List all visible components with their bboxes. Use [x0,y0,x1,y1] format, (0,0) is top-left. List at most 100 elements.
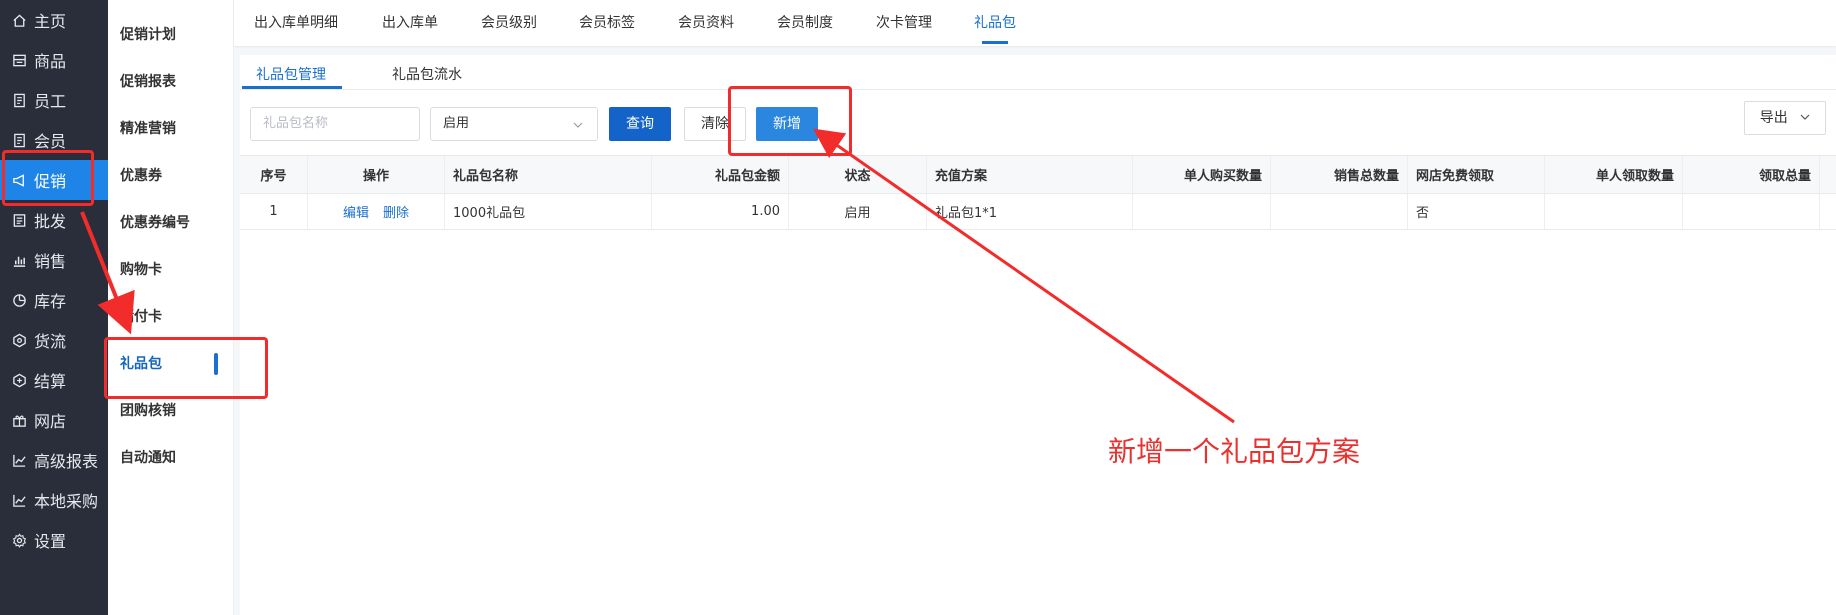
active-tab-underline [982,41,1008,44]
annotation-text: 新增一个礼品包方案 [1108,435,1361,468]
nav-item-sales[interactable]: 销售 [0,240,108,280]
app-root: 主页 商品 员工 会员 促销 批发 销售 库存 货流 结算 网店 高级报表 本地… [0,0,1836,615]
status-select-value: 启用 [443,116,470,131]
nav-item-wholesale[interactable]: 批发 [0,200,108,240]
nav-label: 本地采购 [34,492,99,511]
cell-name: 1000礼品包 [445,194,652,229]
tab-member-level[interactable]: 会员级别 [481,0,537,46]
cell-total-sold [1271,194,1408,229]
table-header: 序号 操作 礼品包名称 礼品包金额 状态 充值方案 单人购买数量 销售总数量 网… [240,156,1836,194]
col-amount: 礼品包金额 [652,156,789,193]
table-row: 1 编辑 删除 1000礼品包 1.00 启用 礼品包1*1 否 [240,194,1836,230]
main-content: 出入库单明细 出入库单 会员级别 会员标签 会员资料 会员制度 次卡管理 礼品包… [234,0,1836,615]
line-chart-icon [12,453,27,468]
list-icon [12,213,27,228]
tab-member-policy[interactable]: 会员制度 [777,0,833,46]
cell-index: 1 [240,194,308,229]
submenu-item[interactable]: 优惠券编号 [120,208,230,238]
col-index: 序号 [240,156,308,193]
col-total-receive: 领取总量 [1683,156,1820,193]
goods-icon [12,53,27,68]
col-name: 礼品包名称 [445,156,652,193]
home-icon [12,13,27,28]
col-per-person-buy: 单人购买数量 [1133,156,1271,193]
nav-item-advanced-report[interactable]: 高级报表 [0,440,108,480]
nav-item-home[interactable]: 主页 [0,0,108,40]
main-nav: 主页 商品 员工 会员 促销 批发 销售 库存 货流 结算 网店 高级报表 本地… [0,0,108,615]
delete-link[interactable]: 删除 [383,202,409,221]
chevron-down-icon [573,122,583,128]
cell-actions: 编辑 删除 [308,194,445,229]
annotation-box-promotion [2,150,94,206]
gift-icon [12,413,27,428]
top-tabs: 出入库单明细 出入库单 会员级别 会员标签 会员资料 会员制度 次卡管理 礼品包 [234,0,1836,46]
nav-label: 高级报表 [34,452,99,471]
settle-icon [12,373,27,388]
cell-per-person-buy [1133,194,1271,229]
tab-stock-detail[interactable]: 出入库单明细 [254,0,338,46]
col-per-person-receive: 单人领取数量 [1545,156,1683,193]
nav-item-shop[interactable]: 网店 [0,400,108,440]
submenu-item[interactable]: 优惠券 [120,161,230,191]
col-plan: 充值方案 [927,156,1133,193]
nav-item-goods[interactable]: 商品 [0,40,108,80]
nav-label: 设置 [34,532,67,551]
col-actions: 操作 [308,156,445,193]
submenu-item[interactable]: 团购核销 [120,396,230,426]
gift-pack-panel: 礼品包管理 礼品包流水 礼品包名称 启用 查询 清除 新增 导出 序号 操作 礼… [240,55,1836,615]
nav-label: 库存 [34,292,67,311]
export-button[interactable]: 导出 [1744,101,1826,135]
divider [240,89,1836,90]
nav-item-local-purchase[interactable]: 本地采购 [0,480,108,520]
edit-link[interactable]: 编辑 [343,202,369,221]
annotation-box-gift-pack [104,337,268,399]
nav-label: 批发 [34,212,67,231]
gear-icon [12,532,27,548]
nav-label: 货流 [34,332,67,351]
nav-label: 会员 [34,132,67,151]
gift-pack-table: 序号 操作 礼品包名称 礼品包金额 状态 充值方案 单人购买数量 销售总数量 网… [240,155,1836,230]
submenu-item[interactable]: 自动通知 [120,443,230,473]
col-free-online: 网店免费领取 [1408,156,1545,193]
nav-item-staff[interactable]: 员工 [0,80,108,120]
query-button[interactable]: 查询 [609,107,671,141]
cell-amount: 1.00 [652,194,789,229]
tab-member-tag[interactable]: 会员标签 [579,0,635,46]
nav-label: 网店 [34,412,67,431]
nav-label: 结算 [34,372,67,391]
col-status: 状态 [789,156,927,193]
nav-item-settings[interactable]: 设置 [0,520,108,560]
tab-member-profile[interactable]: 会员资料 [678,0,734,46]
col-total-sold: 销售总数量 [1271,156,1408,193]
submenu-item[interactable]: 购物卡 [120,255,230,285]
cell-status: 启用 [789,194,927,229]
status-select[interactable]: 启用 [430,107,598,141]
cell-plan: 礼品包1*1 [927,194,1133,229]
nav-label: 商品 [34,52,67,71]
tab-count-card[interactable]: 次卡管理 [876,0,932,46]
submenu-item[interactable]: 储付卡 [120,302,230,332]
flow-icon [12,333,27,348]
nav-label: 主页 [34,12,67,31]
bar-chart-icon [12,253,27,268]
gift-pack-name-input[interactable]: 礼品包名称 [250,107,420,141]
cell-per-person-receive [1545,194,1683,229]
nav-item-flow[interactable]: 货流 [0,320,108,360]
submenu-item[interactable]: 精准营销 [120,114,230,144]
document-icon [12,133,27,148]
nav-item-inventory[interactable]: 库存 [0,280,108,320]
sub-menu: 促销计划 促销报表 精准营销 优惠券 优惠券编号 购物卡 储付卡 礼品包 团购核… [108,0,234,615]
nav-label: 销售 [34,252,67,271]
annotation-box-add [728,86,852,156]
nav-item-settle[interactable]: 结算 [0,360,108,400]
submenu-item[interactable]: 促销报表 [120,67,230,97]
cell-total-receive [1683,194,1820,229]
nav-label: 员工 [34,92,67,111]
tab-gift-pack[interactable]: 礼品包 [974,0,1016,46]
pie-chart-icon [12,293,27,308]
chevron-down-icon [1800,114,1810,120]
document-icon [12,93,27,108]
cell-free-online: 否 [1408,194,1545,229]
submenu-item[interactable]: 促销计划 [120,20,230,50]
tab-stock-order[interactable]: 出入库单 [382,0,438,46]
